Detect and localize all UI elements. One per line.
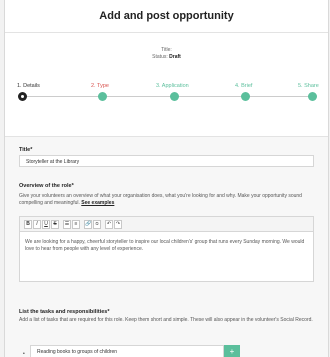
- numbered-list-icon[interactable]: ≡: [72, 220, 80, 229]
- header-divider: [5, 32, 328, 33]
- status-label: Status:: [152, 54, 168, 60]
- page-header: Add and post opportunity Title: Status: …: [5, 0, 328, 136]
- status-value: Draft: [169, 54, 181, 60]
- title-input[interactable]: Storyteller at the Library: [19, 155, 314, 167]
- step-label-type[interactable]: 2. Type: [91, 83, 109, 89]
- step-dot-share[interactable]: [308, 92, 317, 101]
- editor-toolbar: B I U S ☰ ≡ 🔗 ⦸ ↶ ↷: [19, 216, 314, 232]
- opportunity-meta: Title: Status: Draft: [5, 47, 328, 61]
- link-icon[interactable]: 🔗: [84, 220, 92, 229]
- meta-title-label: Title:: [161, 47, 172, 53]
- app-frame: Add and post opportunity Title: Status: …: [4, 0, 329, 357]
- undo-icon[interactable]: ↶: [105, 220, 113, 229]
- step-dot-brief[interactable]: [241, 92, 250, 101]
- meta-status: Status: Draft: [5, 54, 328, 61]
- unlink-icon[interactable]: ⦸: [93, 220, 101, 229]
- underline-icon[interactable]: U: [42, 220, 50, 229]
- step-dot-application[interactable]: [170, 92, 179, 101]
- overview-field-label: Overview of the role*: [19, 183, 74, 189]
- step-label-application[interactable]: 3. Application: [156, 83, 189, 89]
- task-bullet-icon: •: [23, 351, 25, 357]
- add-task-button[interactable]: +: [224, 345, 240, 357]
- bulleted-list-icon[interactable]: ☰: [63, 220, 71, 229]
- overview-editor[interactable]: We are looking for a happy, cheerful sto…: [19, 232, 314, 282]
- title-field-label: Title*: [19, 147, 33, 153]
- step-label-details[interactable]: 1. Details: [17, 83, 40, 89]
- task-input[interactable]: Reading books to groups of children: [30, 345, 224, 357]
- tasks-field-label: List the tasks and responsibilities*: [19, 309, 110, 315]
- redo-icon[interactable]: ↷: [114, 220, 122, 229]
- tasks-helper: Add a list of tasks that are required fo…: [19, 317, 313, 323]
- step-dot-type[interactable]: [98, 92, 107, 101]
- stepper-track: [22, 96, 312, 97]
- step-label-brief[interactable]: 4. Brief: [235, 83, 252, 89]
- step-dot-details[interactable]: [18, 92, 27, 101]
- bold-icon[interactable]: B: [24, 220, 32, 229]
- overview-helper: Give your volunteers an overview of what…: [19, 193, 319, 207]
- strikethrough-icon[interactable]: S: [51, 220, 59, 229]
- see-examples-link[interactable]: See examples: [81, 200, 114, 206]
- italic-icon[interactable]: I: [33, 220, 41, 229]
- step-label-share[interactable]: 5. Share: [298, 83, 319, 89]
- form-area: Title* Storyteller at the Library Overvi…: [5, 136, 328, 357]
- page-title: Add and post opportunity: [99, 10, 234, 22]
- overview-helper-text: Give your volunteers an overview of what…: [19, 193, 302, 206]
- progress-stepper: 1. Details 2. Type 3. Application 4. Bri…: [5, 83, 328, 113]
